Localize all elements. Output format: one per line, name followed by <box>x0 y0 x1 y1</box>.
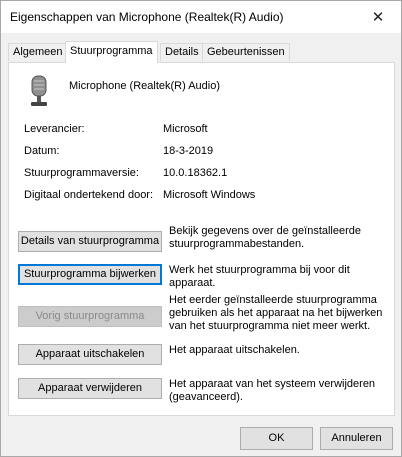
driver-details-button[interactable]: Details van stuurprogramma <box>18 231 162 252</box>
vendor-label: Leverancier: <box>24 123 85 135</box>
close-button[interactable]: ✕ <box>355 1 401 33</box>
disable-device-desc: Het apparaat uitschakelen. <box>169 344 300 356</box>
date-label: Datum: <box>24 145 60 157</box>
uninstall-device-desc: Het apparaat van het systeem verwijderen… <box>169 378 376 403</box>
version-value: 10.0.18362.1 <box>163 167 228 179</box>
properties-dialog: Eigenschappen van Microphone (Realtek(R)… <box>0 0 402 457</box>
version-label: Stuurprogrammaversie: <box>24 167 139 179</box>
window-title: Eigenschappen van Microphone (Realtek(R)… <box>10 10 284 24</box>
rollback-driver-desc: Het eerder geïnstalleerde stuurprogramma… <box>169 294 383 332</box>
device-name: Microphone (Realtek(R) Audio) <box>69 80 221 92</box>
tab-details[interactable]: Details <box>160 43 204 61</box>
tab-algemeen[interactable]: Algemeen <box>8 43 68 61</box>
tab-gebeurtenissen[interactable]: Gebeurtenissen <box>202 43 290 61</box>
microphone-icon <box>31 75 47 106</box>
ok-button[interactable]: OK <box>240 427 313 450</box>
rollback-driver-button[interactable]: Vorig stuurprogramma <box>18 306 162 327</box>
date-value: 18-3-2019 <box>163 145 214 157</box>
signer-label: Digitaal ondertekend door: <box>24 189 154 201</box>
vendor-value: Microsoft <box>163 123 208 135</box>
title-bar: Eigenschappen van Microphone (Realtek(R)… <box>1 1 401 33</box>
update-driver-desc: Werk het stuurprogramma bij voor dit app… <box>169 264 350 289</box>
close-icon: ✕ <box>371 9 385 26</box>
uninstall-device-button[interactable]: Apparaat verwijderen <box>18 378 162 399</box>
cancel-button[interactable]: Annuleren <box>320 427 393 450</box>
disable-device-button[interactable]: Apparaat uitschakelen <box>18 344 162 365</box>
signer-value: Microsoft Windows <box>163 189 256 201</box>
driver-panel: Microphone (Realtek(R) Audio) Leverancie… <box>8 62 395 416</box>
driver-details-desc: Bekijk gegevens over de geïnstalleerde s… <box>169 225 362 250</box>
update-driver-button[interactable]: Stuurprogramma bijwerken <box>18 264 162 285</box>
tab-stuurprogramma[interactable]: Stuurprogramma <box>65 41 158 63</box>
